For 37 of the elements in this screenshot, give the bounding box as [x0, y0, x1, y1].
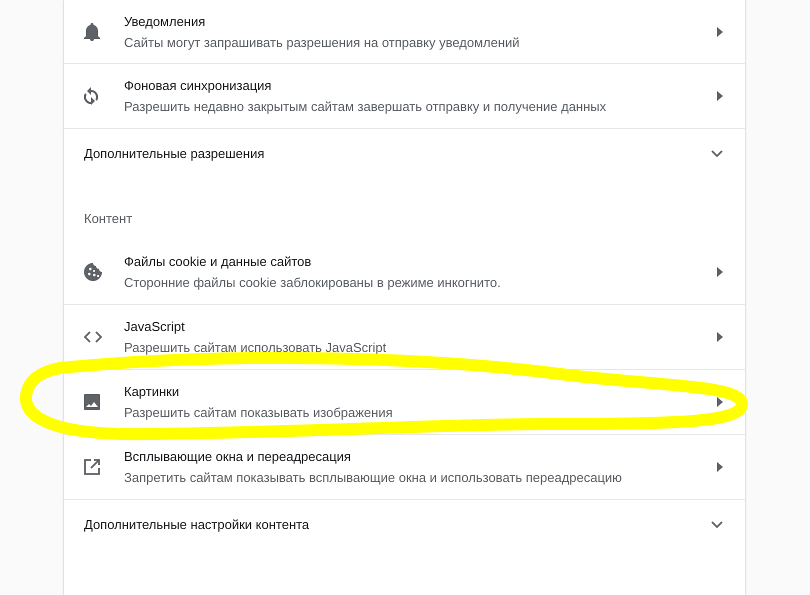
arrow-right-icon: [717, 267, 723, 277]
settings-row[interactable]: Фоновая синхронизация Разрешить недавно закрытым сайтам завершать отправку и получение данных: [64, 63, 745, 128]
row-subtitle: Разрешить сайтам использовать JavaScript: [124, 340, 388, 355]
arrow-right-icon: [717, 332, 723, 342]
row-subtitle: Запретить сайтам показывать всплывающие окна и использовать переадресацию: [124, 470, 623, 485]
chevron-down-icon[interactable]: [711, 150, 723, 158]
section-heading: Контент: [84, 211, 132, 226]
row-subtitle: Разрешить сайтам показывать изображения: [124, 405, 394, 420]
settings-row[interactable]: Всплывающие окна и переадресация Запретить сайтам показывать всплывающие окна и использовать переадресацию: [64, 434, 745, 499]
settings-row[interactable]: JavaScript Разрешить сайтам использовать JavaScript: [64, 304, 745, 369]
row-title: Файлы cookie и данные сайтов: [124, 254, 312, 269]
row-subtitle: Сторонние файлы cookie заблокированы в режиме инкогнито.: [124, 275, 502, 290]
arrow-right-icon: [717, 26, 723, 36]
row-title: Всплывающие окна и переадресация: [124, 449, 352, 464]
row-title: Картинки: [124, 384, 180, 399]
row-title: Уведомления: [124, 14, 206, 28]
arrow-right-icon: [717, 397, 723, 407]
row-subtitle: Сайты могут запрашивать разрешения на отправку уведомлений: [124, 34, 521, 50]
row-subtitle: Разрешить недавно закрытым сайтам завершать отправку и получение данных: [124, 99, 608, 114]
settings-row[interactable]: Картинки Разрешить сайтам показывать изображения: [64, 369, 745, 434]
row-title: Дополнительные настройки контента: [84, 517, 310, 532]
cookie-icon: [84, 263, 102, 281]
arrow-right-icon: [717, 462, 723, 472]
expander-row[interactable]: Дополнительные настройки контента: [64, 499, 745, 549]
row-title: JavaScript: [124, 319, 186, 334]
settings-row[interactable]: Файлы cookie и данные сайтов Сторонние файлы cookie заблокированы в режиме инкогнито.: [64, 240, 745, 304]
code-icon: [84, 331, 102, 343]
row-title: Фоновая синхронизация: [124, 78, 272, 93]
expander-row[interactable]: Дополнительные разрешения: [64, 128, 745, 178]
bell-icon: [84, 22, 100, 40]
row-title: Дополнительные разрешения: [84, 146, 266, 161]
settings-row[interactable]: Уведомления Сайты могут запрашивать разрешения на отправку уведомлений: [64, 0, 745, 63]
image-icon: [84, 394, 100, 410]
sync-icon: [84, 87, 98, 105]
chevron-down-icon[interactable]: [711, 520, 723, 528]
arrow-right-icon: [717, 91, 723, 101]
open-in-new-icon: [84, 459, 100, 475]
